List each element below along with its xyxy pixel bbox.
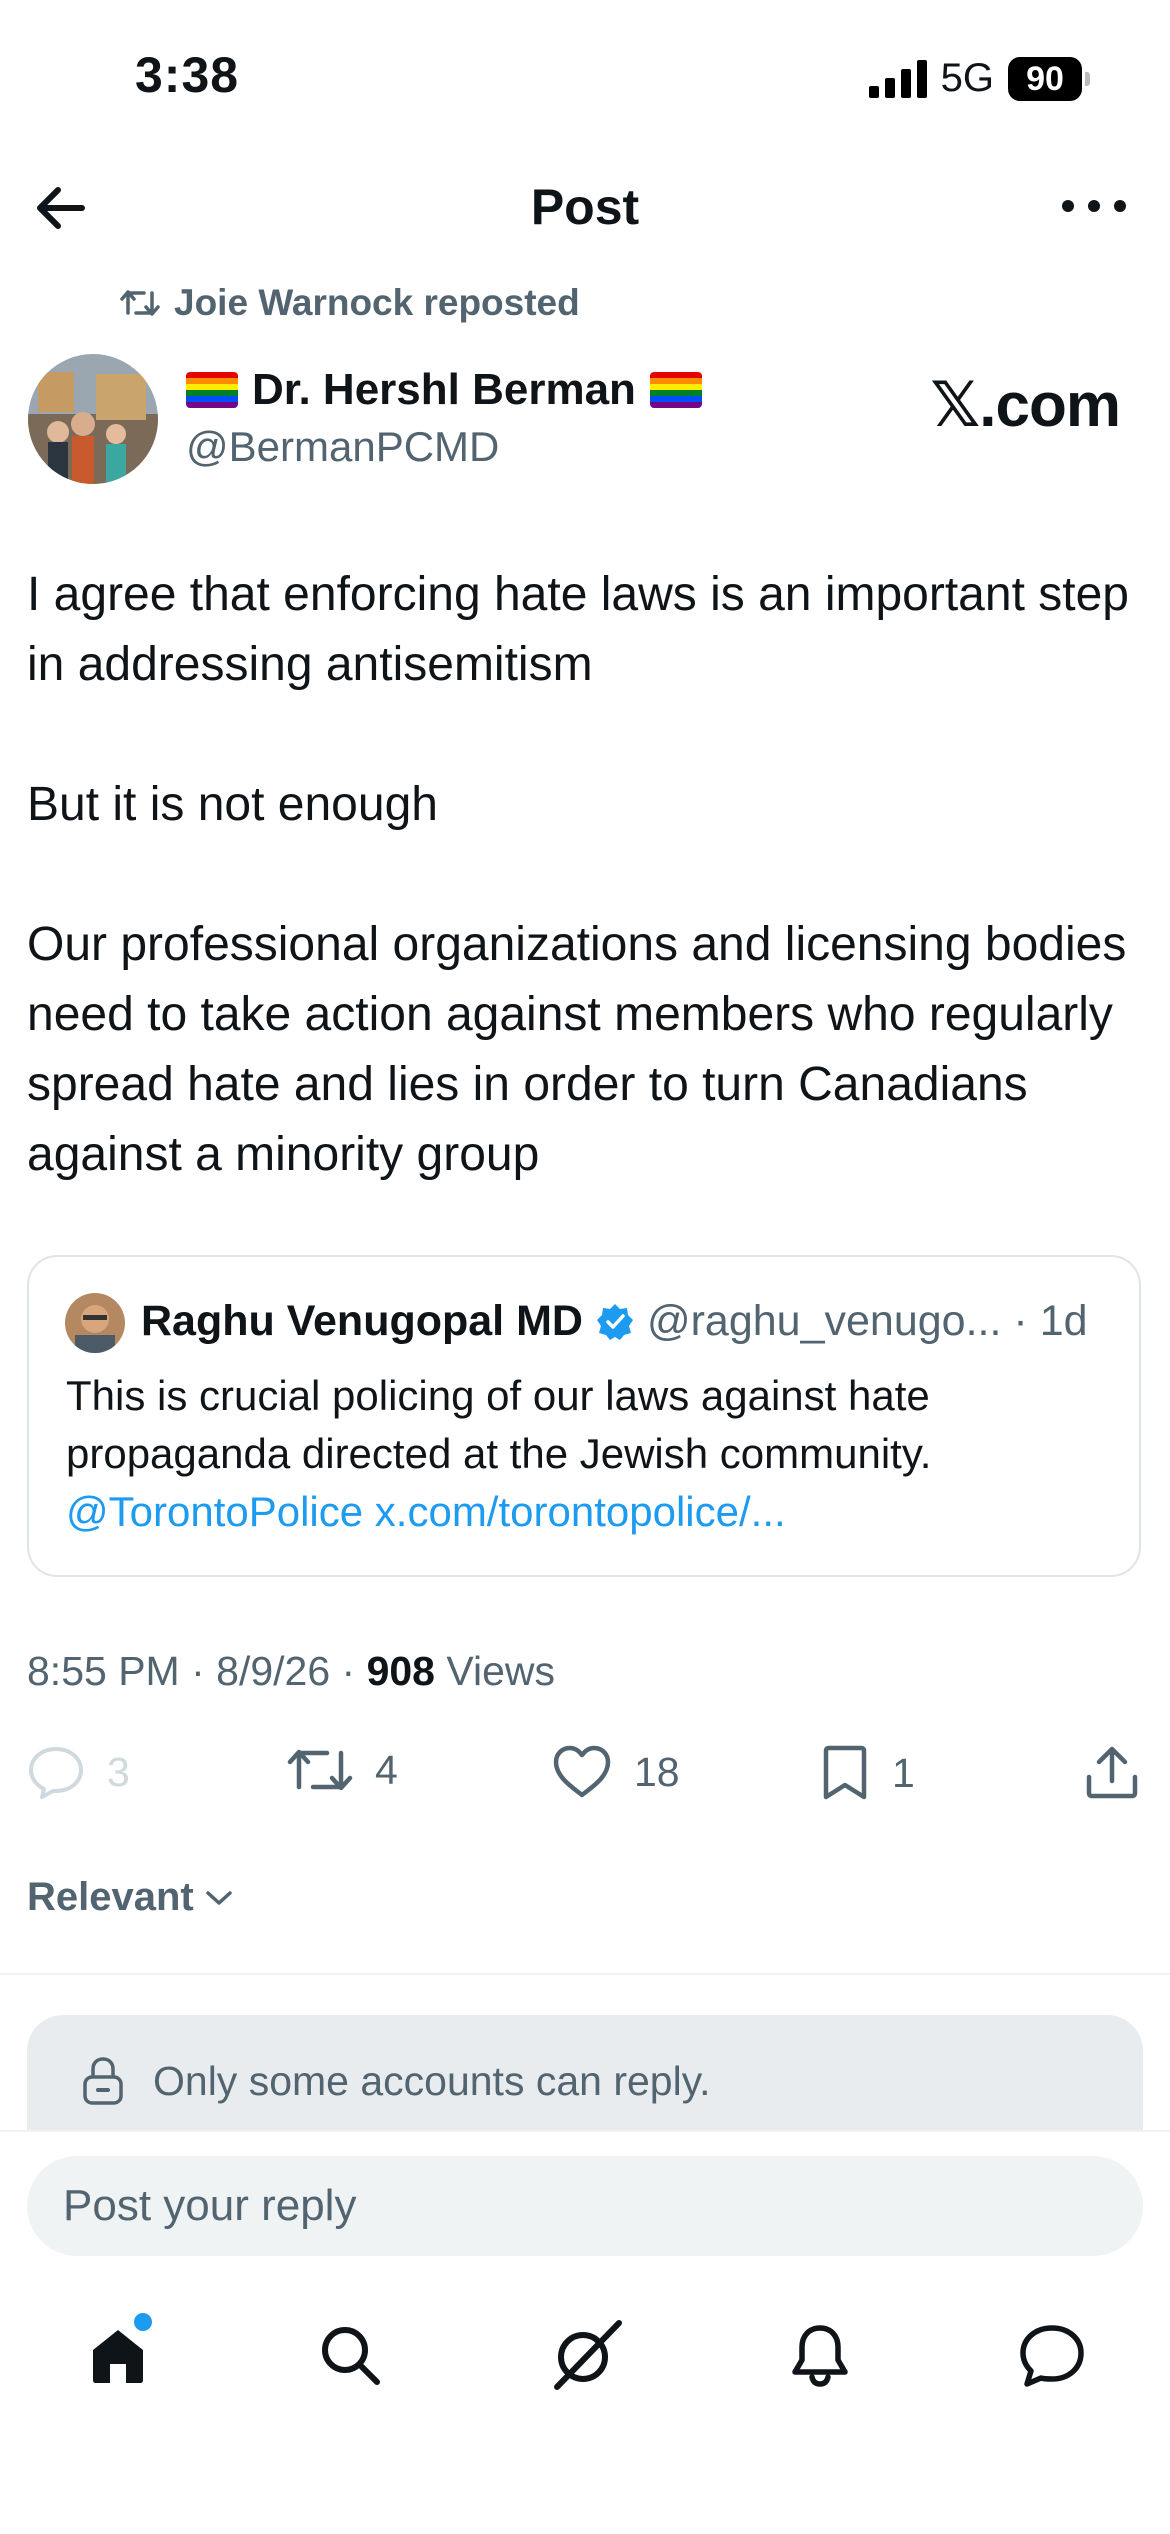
bell-icon xyxy=(792,2325,848,2387)
status-time: 3:38 xyxy=(135,47,240,103)
restriction-text: Only some accounts can reply. xyxy=(153,2057,711,2104)
battery-level: 90 xyxy=(1008,56,1082,101)
post-meta: 8:55 PM · 8/9/26 · 908 Views xyxy=(27,1648,556,1694)
rainbow-flag-icon xyxy=(649,372,702,408)
author-name-text: Dr. Hershl Berman xyxy=(252,365,636,414)
more-options-icon[interactable] xyxy=(1058,186,1130,226)
share-button[interactable] xyxy=(1083,1745,1141,1801)
signal-icon xyxy=(868,59,927,98)
grok-icon xyxy=(554,2320,622,2390)
post-date: 8/9/26 xyxy=(216,1648,331,1694)
views-label: Views xyxy=(446,1648,556,1694)
source-badge: 𝕏.com xyxy=(930,371,1121,440)
nav-grok[interactable] xyxy=(540,2310,630,2400)
post-actions: 3 4 18 1 xyxy=(27,1745,1143,1815)
bookmark-count: 1 xyxy=(892,1749,915,1796)
battery-icon: 90 xyxy=(1008,56,1090,101)
nav-home[interactable] xyxy=(73,2310,163,2400)
bookmark-button[interactable]: 1 xyxy=(820,1745,915,1801)
lock-icon xyxy=(83,2057,123,2105)
quoted-post-header: Raghu Venugopal MD @raghu_venugo... · 1d xyxy=(141,1297,1088,1346)
search-icon xyxy=(322,2327,380,2385)
post-time: 8:55 PM xyxy=(27,1648,180,1694)
nav-notifications[interactable] xyxy=(775,2310,865,2400)
network-type: 5G xyxy=(940,56,994,100)
reply-sort-dropdown[interactable]: Relevant xyxy=(27,1875,234,1920)
repost-icon xyxy=(287,1749,353,1791)
sort-label: Relevant xyxy=(27,1875,194,1919)
nav-search[interactable] xyxy=(305,2310,395,2400)
messages-icon xyxy=(1020,2325,1084,2387)
reply-button[interactable]: 3 xyxy=(27,1745,130,1799)
page-title: Post xyxy=(530,179,640,235)
quoted-author-handle: @raghu_venugo... xyxy=(646,1297,1002,1345)
nav-messages[interactable] xyxy=(1007,2310,1097,2400)
verified-badge-icon xyxy=(596,1303,633,1340)
reply-count: 3 xyxy=(107,1748,130,1795)
repost-button[interactable]: 4 xyxy=(287,1745,398,1795)
bottom-navigation xyxy=(0,2310,1170,2400)
rainbow-flag-icon xyxy=(186,372,238,408)
repost-text: Joie Warnock reposted xyxy=(174,282,580,323)
heart-icon xyxy=(553,1745,611,1798)
views-count: 908 xyxy=(366,1648,435,1694)
notification-dot xyxy=(131,2310,155,2334)
mention-link[interactable]: @TorontoPolice xyxy=(66,1488,363,1535)
author-handle[interactable]: @BermanPCMD xyxy=(186,423,499,471)
quoted-post-text: This is crucial policing of our laws aga… xyxy=(66,1367,1106,1541)
like-button[interactable]: 18 xyxy=(552,1745,680,1799)
like-count: 18 xyxy=(634,1748,680,1795)
bookmark-icon xyxy=(823,1745,867,1800)
repost-count: 4 xyxy=(375,1746,398,1793)
repost-indicator[interactable]: Joie Warnock reposted xyxy=(120,282,580,324)
quoted-author-avatar xyxy=(65,1293,125,1353)
reply-restriction-notice: Only some accounts can reply. xyxy=(27,2015,1143,2147)
reply-input[interactable] xyxy=(27,2156,1143,2256)
share-icon xyxy=(1086,1746,1138,1799)
repost-icon xyxy=(120,290,160,316)
url-link[interactable]: x.com/torontopolice/... xyxy=(375,1488,786,1535)
quoted-post-time: · 1d xyxy=(1013,1297,1088,1345)
status-indicators: 5G 90 xyxy=(868,56,1090,101)
divider xyxy=(0,1973,1170,1975)
post-text: I agree that enforcing hate laws is an i… xyxy=(27,568,1129,1181)
reply-icon xyxy=(29,1747,83,1799)
author-avatar[interactable] xyxy=(28,354,158,484)
chevron-down-icon xyxy=(206,1890,232,1905)
quoted-author-name: Raghu Venugopal MD xyxy=(141,1297,583,1345)
quoted-post-body: This is crucial policing of our laws aga… xyxy=(66,1372,932,1477)
author-name[interactable]: Dr. Hershl Berman xyxy=(186,365,702,415)
quoted-post-card[interactable]: Raghu Venugopal MD @raghu_venugo... · 1d… xyxy=(27,1255,1141,1577)
